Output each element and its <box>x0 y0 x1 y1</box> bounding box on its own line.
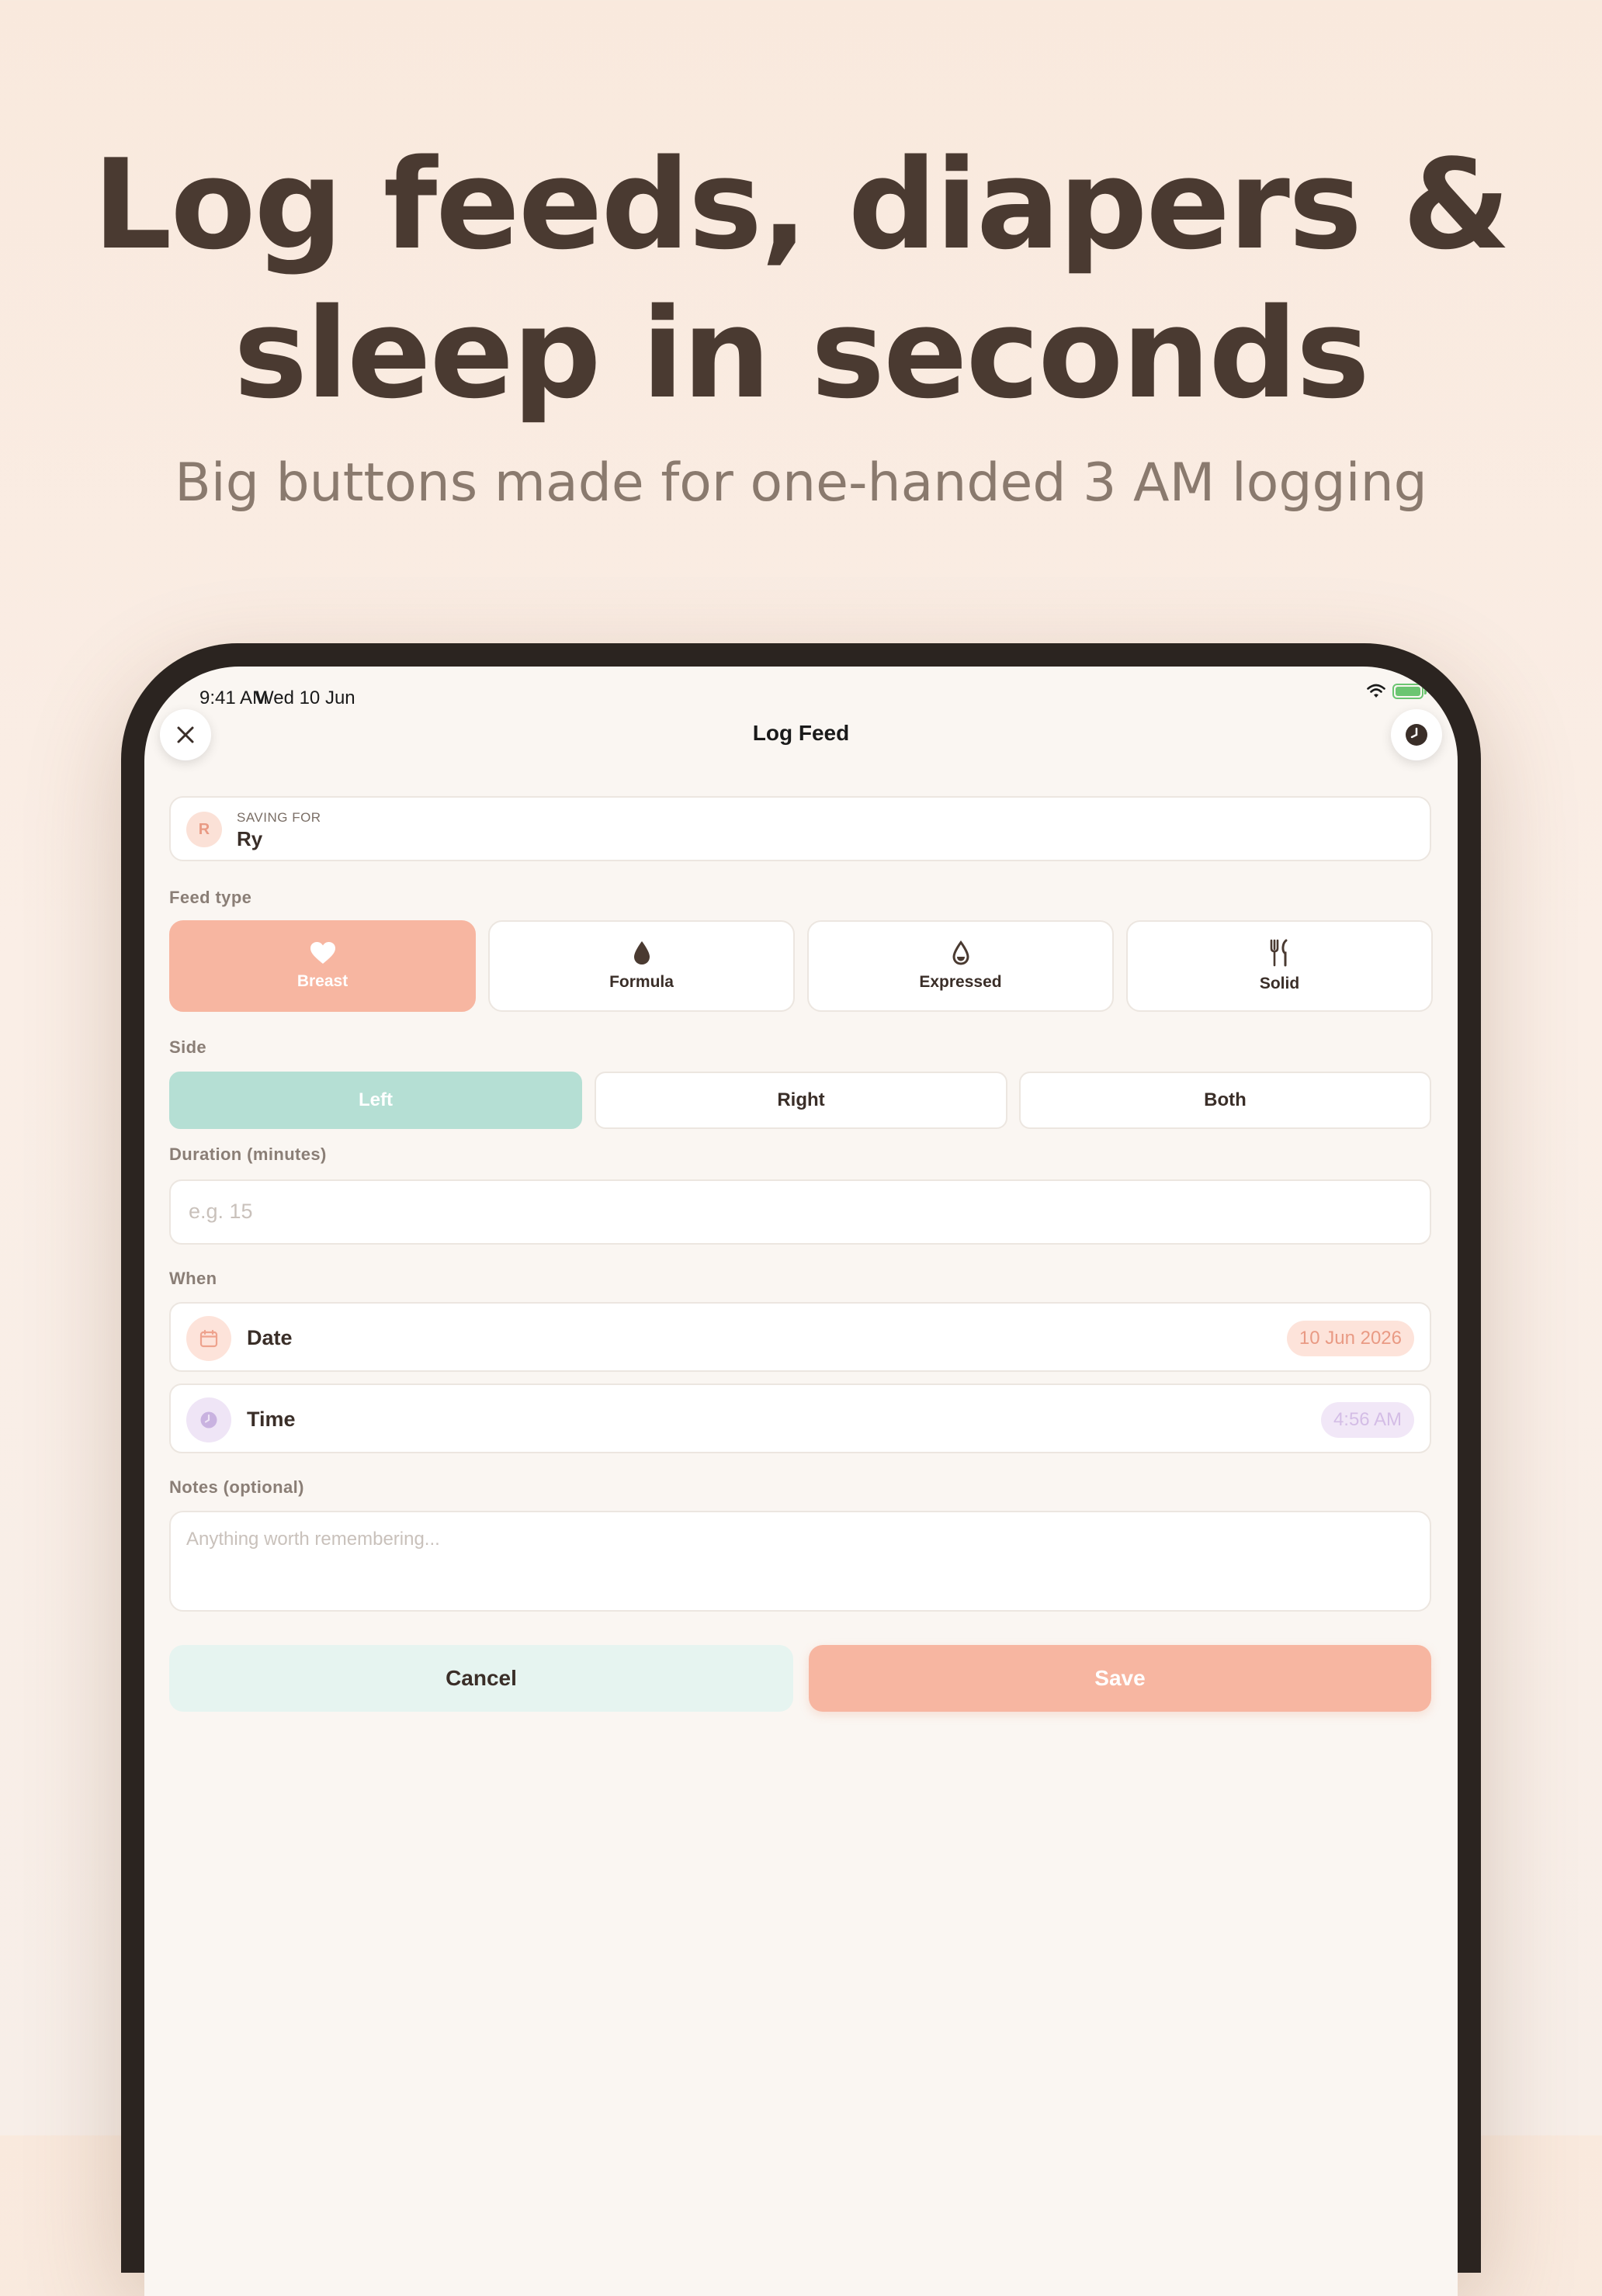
notes-placeholder: Anything worth remembering... <box>186 1529 440 1550</box>
history-button[interactable] <box>1391 709 1442 760</box>
duration-input[interactable]: e.g. 15 <box>169 1179 1431 1245</box>
calendar-icon <box>199 1329 218 1348</box>
page-title: Log Feed <box>752 721 850 745</box>
cancel-button[interactable]: Cancel <box>169 1645 793 1712</box>
battery-charging-icon <box>1392 684 1427 699</box>
side-right-button[interactable]: Right <box>595 1072 1007 1129</box>
status-date: Wed 10 Jun <box>256 687 355 708</box>
time-value[interactable]: 4:56 AM <box>1320 1402 1414 1438</box>
duration-placeholder: e.g. 15 <box>189 1200 253 1223</box>
child-name: Ry <box>237 827 263 850</box>
time-row[interactable]: Time 4:56 AM <box>169 1383 1431 1453</box>
hero-subheadline: Big buttons made for one-handed 3 AM log… <box>175 452 1427 514</box>
date-label: Date <box>247 1326 293 1349</box>
wifi-icon <box>1367 684 1385 698</box>
time-icon-badge <box>186 1397 231 1442</box>
hero-headline: Log feeds, diapers & sleep in seconds <box>0 130 1602 428</box>
when-label: When <box>169 1269 217 1288</box>
duration-label: Duration (minutes) <box>169 1145 327 1164</box>
feed-type-solid-button[interactable]: Solid <box>1126 920 1433 1012</box>
side-label: Side <box>169 1037 207 1057</box>
feed-type-expressed-button[interactable]: Expressed <box>807 920 1114 1012</box>
feed-type-solid-label: Solid <box>1259 975 1300 992</box>
clock-icon <box>1406 724 1427 746</box>
side-both-button[interactable]: Both <box>1019 1072 1431 1129</box>
time-label: Time <box>247 1408 296 1431</box>
saving-for-label: SAVING FOR <box>237 810 321 825</box>
save-button[interactable]: Save <box>809 1645 1431 1712</box>
notes-label: Notes (optional) <box>169 1477 304 1497</box>
drop-icon <box>633 941 650 964</box>
saving-for-card[interactable]: R SAVING FOR Ry <box>169 796 1431 861</box>
feed-type-formula-label: Formula <box>609 973 674 991</box>
heart-icon <box>310 942 335 964</box>
calendar-icon-badge <box>186 1316 231 1361</box>
hero-headline-line1: Log feeds, diapers & <box>92 132 1511 277</box>
clock-icon <box>200 1411 217 1429</box>
fork-knife-icon <box>1270 939 1287 967</box>
drop-outline-icon <box>952 940 969 965</box>
feed-type-breast-button[interactable]: Breast <box>169 920 476 1012</box>
feed-type-label: Feed type <box>169 888 252 907</box>
hero-headline-line2: sleep in seconds <box>234 281 1370 426</box>
feed-type-expressed-label: Expressed <box>919 973 1002 991</box>
date-value[interactable]: 10 Jun 2026 <box>1286 1321 1414 1356</box>
feed-type-formula-button[interactable]: Formula <box>488 920 795 1012</box>
app-screen: 9:41 AM Wed 10 Jun Log Feed R SAVING FOR <box>144 667 1458 2296</box>
notes-input[interactable]: Anything worth remembering... <box>169 1511 1431 1612</box>
feed-type-breast-label: Breast <box>296 972 348 990</box>
date-row[interactable]: Date 10 Jun 2026 <box>169 1302 1431 1372</box>
side-left-button[interactable]: Left <box>169 1072 582 1129</box>
tablet-frame: 9:41 AM Wed 10 Jun Log Feed R SAVING FOR <box>121 643 1481 2296</box>
avatar: R <box>186 812 222 847</box>
status-icons <box>1366 684 1427 699</box>
